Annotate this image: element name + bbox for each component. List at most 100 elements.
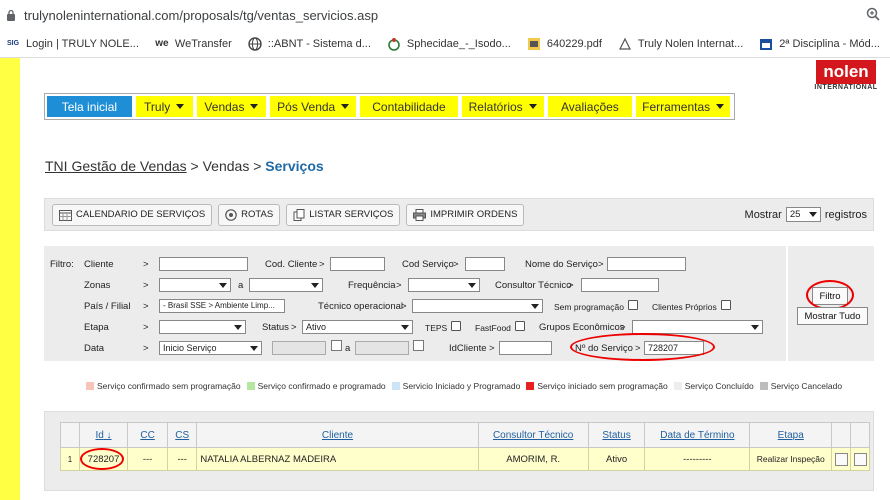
logo-wordmark: nolen xyxy=(816,60,876,84)
frequencia-select[interactable] xyxy=(408,278,480,292)
edit-icon[interactable] xyxy=(834,452,848,466)
menu-truly[interactable]: Truly xyxy=(135,96,193,117)
menu-avaliacoes[interactable]: Avaliações xyxy=(547,96,633,117)
cs-header[interactable]: CS xyxy=(166,422,198,448)
page-size-select[interactable]: 25 xyxy=(785,207,821,222)
zona-to-select[interactable] xyxy=(249,278,323,292)
calendar-icon[interactable] xyxy=(331,340,342,351)
address-bar[interactable]: trulynoleninternational.com/proposals/tg… xyxy=(0,0,890,30)
bookmark-pdf[interactable]: 640229.pdf xyxy=(527,37,602,51)
bookmark-label: 2ª Disciplina - Mód... xyxy=(779,37,880,50)
rotas-button[interactable]: ROTAS xyxy=(218,203,281,226)
results-panel: Id ↓ CC CS Cliente Consultor Técnico Sta… xyxy=(44,411,874,491)
bookmark-truly[interactable]: Truly Nolen Internat... xyxy=(618,37,743,51)
url-text[interactable]: trulynoleninternational.com/proposals/tg… xyxy=(24,8,378,23)
mostrar-tudo-button[interactable]: Mostrar Tudo xyxy=(797,307,868,325)
data-termino-cell: --------- xyxy=(644,447,751,471)
legend-item: Serviço iniciado sem programação xyxy=(526,381,668,391)
logo-subtitle: INTERNATIONAL xyxy=(814,84,878,91)
consultor-input[interactable] xyxy=(581,278,659,292)
calendar-icon[interactable] xyxy=(413,340,424,351)
bookmark-disciplina[interactable]: 2ª Disciplina - Mód... xyxy=(759,37,880,51)
data-termino-header[interactable]: Data de Término xyxy=(644,422,751,448)
menu-relatorios[interactable]: Relatórios xyxy=(461,96,544,117)
grupos-select[interactable] xyxy=(632,320,763,334)
button-label: ROTAS xyxy=(241,209,274,220)
data-type-select[interactable]: Inicio Serviço xyxy=(159,341,262,355)
gt-symbol: > xyxy=(568,280,574,291)
bookmark-sphecidae[interactable]: Sphecidae_-_Isodo... xyxy=(387,37,511,51)
cod-servico-input[interactable] xyxy=(465,257,505,271)
status-header[interactable]: Status xyxy=(587,422,646,448)
zona-from-select[interactable] xyxy=(159,278,231,292)
breadcrumb-middle: Vendas xyxy=(202,158,250,174)
legend-swatch xyxy=(246,382,255,390)
bookmark-label: WeTransfer xyxy=(174,37,232,50)
fastfood-checkbox[interactable] xyxy=(515,321,525,331)
cc-header[interactable]: CC xyxy=(127,422,168,448)
id-header[interactable]: Id ↓ xyxy=(78,422,129,448)
zona-a-label: a xyxy=(238,280,244,291)
caret-down-icon xyxy=(716,104,725,109)
calendar-services-button[interactable]: CALENDARIO DE SERVIÇOS xyxy=(52,203,213,226)
etapa-header[interactable]: Etapa xyxy=(749,422,833,448)
list-services-button[interactable]: LISTAR SERVIÇOS xyxy=(286,203,401,226)
teps-checkbox[interactable] xyxy=(451,321,461,331)
nome-servico-label: Nome do Serviço xyxy=(525,259,598,270)
gt-symbol: > xyxy=(143,259,149,270)
date-from-input[interactable] xyxy=(272,341,326,355)
print-orders-button[interactable]: IMPRIMIR ORDENS xyxy=(406,203,525,226)
date-to-input[interactable] xyxy=(355,341,409,355)
table-row[interactable]: 1 728207 --- --- NATALIA ALBERNAZ MADEIR… xyxy=(60,447,870,471)
menu-pos-venda[interactable]: Pós Venda xyxy=(270,96,357,117)
print-icon[interactable] xyxy=(853,452,867,466)
pais-label: País / Filial xyxy=(84,301,131,312)
bookmark-wetransfer[interactable]: we WeTransfer xyxy=(155,37,232,51)
calendar-icon xyxy=(59,209,72,221)
menu-ferramentas[interactable]: Ferramentas xyxy=(636,96,730,117)
breadcrumb-root-link[interactable]: TNI Gestão de Vendas xyxy=(45,158,187,174)
menu-vendas[interactable]: Vendas xyxy=(196,96,267,117)
gt-symbol: > xyxy=(598,259,604,270)
location-pin-icon xyxy=(225,208,237,221)
tecnico-select[interactable] xyxy=(412,299,543,313)
lock-icon xyxy=(7,9,15,21)
sem-programacao-checkbox[interactable] xyxy=(628,300,638,310)
chevron-down-icon xyxy=(531,304,539,309)
status-value: Ativo xyxy=(306,322,327,332)
cliente-input[interactable] xyxy=(159,257,248,271)
legend-swatch xyxy=(86,382,94,390)
clientes-proprios-checkbox[interactable] xyxy=(721,300,731,310)
bookmark-abnt[interactable]: ::ABNT - Sistema d... xyxy=(248,36,371,51)
button-label: IMPRIMIR ORDENS xyxy=(430,209,518,220)
cliente-header[interactable]: Cliente xyxy=(196,422,479,448)
button-label: CALENDARIO DE SERVIÇOS xyxy=(76,209,206,220)
globe-icon xyxy=(248,36,262,51)
truly-nolen-logo[interactable]: nolen INTERNATIONAL xyxy=(812,58,878,100)
legend-item: Serviço Cancelado xyxy=(759,381,842,391)
sem-programacao-label: Sem programação xyxy=(554,302,624,312)
legend-item: Serviço Concluído xyxy=(673,381,754,391)
idcliente-input[interactable] xyxy=(499,341,552,355)
zoom-icon[interactable] xyxy=(866,7,880,21)
consultor-header[interactable]: Consultor Técnico xyxy=(477,422,589,448)
filter-title: Filtro: xyxy=(50,259,74,270)
pais-filial-select[interactable]: - Brasil SSE > Ambiente Limp... xyxy=(159,299,285,313)
menu-tela-inicial[interactable]: Tela inicial xyxy=(47,96,132,117)
bookmark-sigaa[interactable]: SIG Login | TRULY NOLE... xyxy=(6,37,139,51)
nome-servico-input[interactable] xyxy=(607,257,686,271)
cod-cliente-input[interactable] xyxy=(330,257,385,271)
etapa-select[interactable] xyxy=(159,320,246,334)
menu-label: Contabilidade xyxy=(372,99,446,114)
legend-swatch xyxy=(673,382,682,390)
id-cell[interactable]: 728207 xyxy=(78,447,129,471)
legend-swatch xyxy=(526,382,535,390)
caret-down-icon xyxy=(341,104,350,109)
header-label: Id xyxy=(95,429,104,441)
gt-symbol: > xyxy=(620,322,626,333)
left-yellow-strip xyxy=(0,58,20,500)
services-toolbar: CALENDARIO DE SERVIÇOS ROTAS LISTAR SERV… xyxy=(44,198,874,231)
status-select[interactable]: Ativo xyxy=(302,320,413,334)
services-table: Id ↓ CC CS Cliente Consultor Técnico Sta… xyxy=(60,422,870,471)
menu-contabilidade[interactable]: Contabilidade xyxy=(360,96,458,117)
